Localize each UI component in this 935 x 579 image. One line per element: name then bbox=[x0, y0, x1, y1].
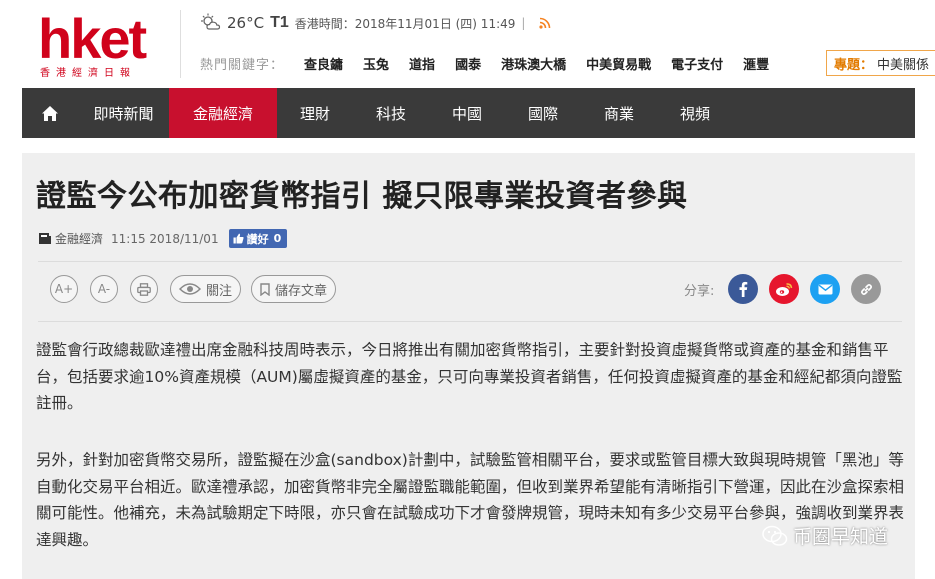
nav-item-instant-news[interactable]: 即時新聞 bbox=[78, 88, 169, 138]
site-logo[interactable]: hket 香港經濟日報 bbox=[38, 7, 162, 80]
category-icon bbox=[38, 232, 52, 245]
bookmark-icon bbox=[260, 282, 275, 296]
article-toolbar: A+ A- 關注 儲存文章 bbox=[50, 275, 346, 303]
hot-keyword[interactable]: 電子支付 bbox=[671, 54, 723, 73]
hot-keywords-bar: 熱門關鍵字： 查良鏞 玉兔 道指 國泰 港珠澳大橋 中美貿易戰 電子支付 滙豐 bbox=[200, 52, 789, 74]
nav-item-international[interactable]: 國際 bbox=[505, 88, 581, 138]
follow-label: 關注 bbox=[206, 283, 233, 299]
wechat-icon bbox=[762, 525, 788, 547]
weather-bar: 26°C T1 香港時間：2018年11月01日 (四) 11:49 | bbox=[200, 12, 551, 34]
hot-keyword[interactable]: 道指 bbox=[409, 54, 435, 73]
article-timestamp: 11:15 2018/11/01 bbox=[111, 231, 219, 246]
nav-item-business[interactable]: 商業 bbox=[581, 88, 657, 138]
hot-keyword[interactable]: 玉兔 bbox=[363, 54, 389, 73]
nav-item-tech[interactable]: 科技 bbox=[353, 88, 429, 138]
nav-item-finance-economy[interactable]: 金融經濟 bbox=[169, 88, 277, 138]
watermark-text: 币圈早知道 bbox=[793, 526, 889, 548]
hot-keyword[interactable]: 港珠澳大橋 bbox=[501, 54, 566, 73]
like-label: 讚好 bbox=[246, 232, 269, 246]
rss-icon[interactable] bbox=[539, 17, 551, 29]
article-card: 證監今公布加密貨幣指引 擬只限專業投資者參與 金融經濟 11:15 2018/1… bbox=[22, 153, 915, 579]
save-article-button[interactable]: 儲存文章 bbox=[251, 275, 337, 303]
article-title: 證監今公布加密貨幣指引 擬只限專業投資者參與 bbox=[36, 179, 688, 214]
like-count: 0 bbox=[273, 232, 282, 245]
like-button[interactable]: 讚好 0 bbox=[228, 229, 288, 248]
eye-icon bbox=[179, 283, 206, 295]
hot-keyword[interactable]: 查良鏞 bbox=[304, 54, 343, 73]
hot-keyword[interactable]: 國泰 bbox=[455, 54, 481, 73]
meta-divider bbox=[38, 261, 902, 262]
cloudy-sun-icon bbox=[200, 13, 224, 34]
temperature: 26°C bbox=[227, 14, 265, 32]
share-label: 分享: bbox=[684, 283, 715, 299]
nav-item-video[interactable]: 視頻 bbox=[657, 88, 733, 138]
main-nav: 即時新聞 金融經濟 理財 科技 中國 國際 商業 視頻 bbox=[22, 88, 915, 138]
topic-value: 中美關係 bbox=[877, 57, 930, 73]
hk-time: 香港時間：2018年11月01日 (四) 11:49 bbox=[294, 16, 516, 31]
weibo-share-icon[interactable] bbox=[769, 274, 800, 304]
print-button[interactable] bbox=[130, 275, 158, 303]
share-bar: 分享: bbox=[684, 274, 892, 304]
hot-keyword[interactable]: 中美貿易戰 bbox=[586, 54, 651, 73]
typhoon-signal: T1 bbox=[270, 14, 289, 31]
article-meta: 金融經濟 11:15 2018/11/01 讚好 0 bbox=[38, 229, 288, 248]
logo-wordmark: hket bbox=[38, 7, 147, 70]
hot-keyword[interactable]: 滙豐 bbox=[743, 54, 769, 73]
facebook-share-icon[interactable] bbox=[728, 274, 759, 304]
hot-keywords-label: 熱門關鍵字： bbox=[200, 57, 285, 73]
save-article-label: 儲存文章 bbox=[275, 283, 328, 299]
home-icon[interactable] bbox=[22, 88, 78, 138]
weather-separator: | bbox=[521, 16, 526, 30]
topic-label: 專題： bbox=[834, 57, 874, 73]
topic-link[interactable]: 專題： 中美關係 bbox=[826, 50, 935, 76]
email-share-icon[interactable] bbox=[810, 274, 841, 304]
thumbs-up-icon bbox=[233, 233, 244, 244]
article-paragraph: 證監會行政總裁歐達禮出席金融科技周時表示，今日將推出有關加密貨幣指引，主要針對投… bbox=[36, 341, 903, 412]
article-category[interactable]: 金融經濟 bbox=[55, 230, 103, 247]
nav-item-wealth[interactable]: 理財 bbox=[277, 88, 353, 138]
link-share-icon[interactable] bbox=[851, 274, 882, 304]
nav-item-china[interactable]: 中國 bbox=[429, 88, 505, 138]
printer-icon bbox=[137, 282, 151, 296]
font-decrease-button[interactable]: A- bbox=[90, 275, 118, 303]
header-divider bbox=[180, 10, 181, 78]
watermark: 币圈早知道 bbox=[762, 522, 888, 549]
follow-button[interactable]: 關注 bbox=[170, 275, 242, 303]
font-increase-button[interactable]: A+ bbox=[50, 275, 78, 303]
toolbar-divider bbox=[38, 321, 902, 322]
